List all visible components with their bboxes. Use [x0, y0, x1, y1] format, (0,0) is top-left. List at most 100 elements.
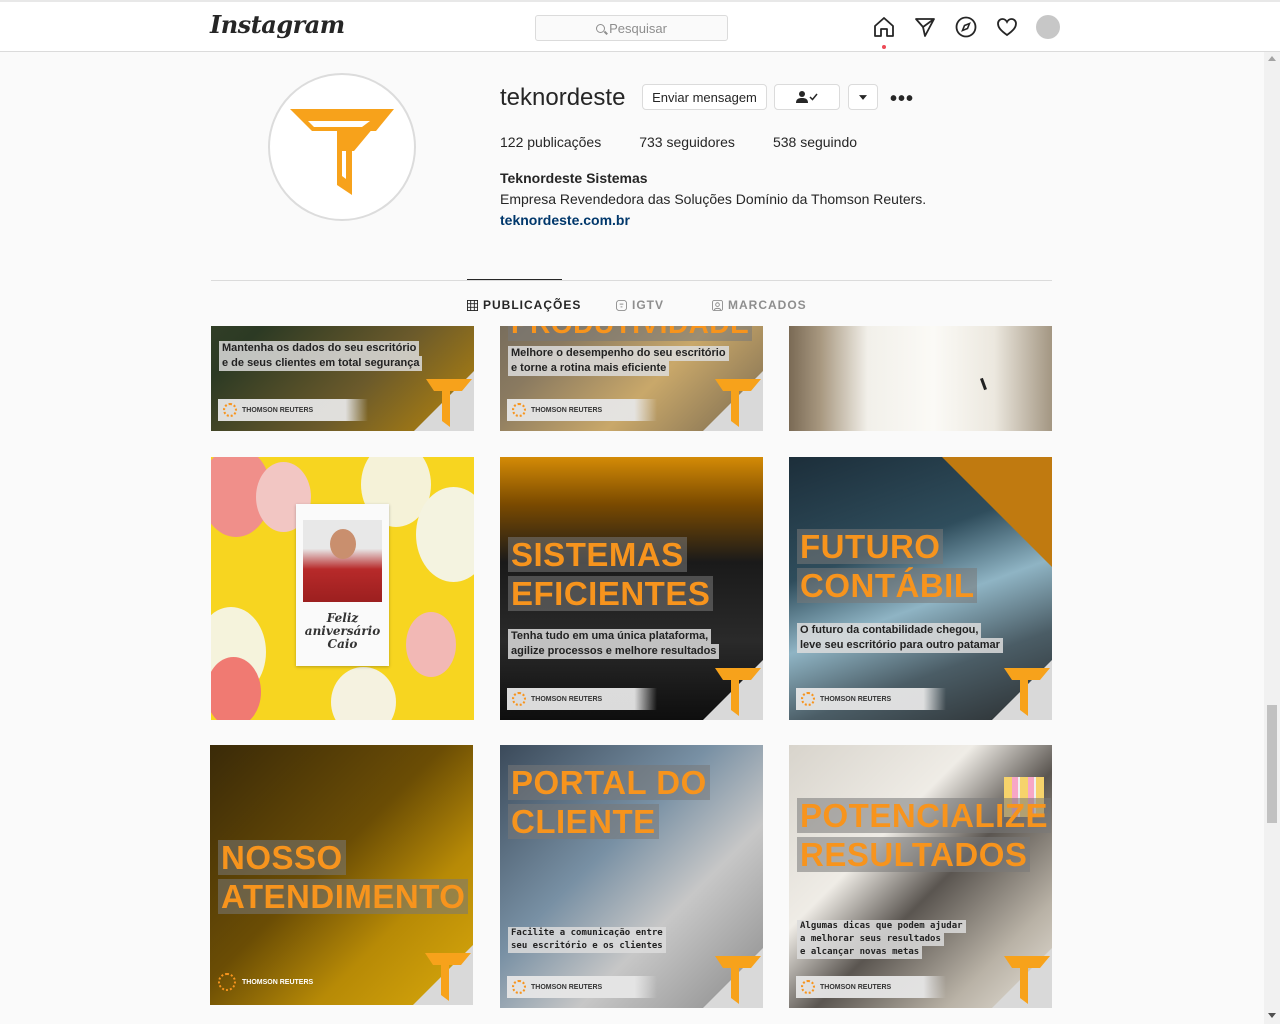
more-options-icon[interactable]: •••: [890, 88, 914, 111]
balloon: [406, 612, 456, 677]
scroll-down-arrow-icon[interactable]: [1268, 1013, 1276, 1018]
followers-count: 733: [639, 134, 663, 150]
teknordeste-corner-logo: [653, 650, 763, 720]
notification-dot: [882, 45, 886, 49]
following-stat[interactable]: 538 seguindo: [773, 134, 857, 150]
post-title-line: RESULTADOS: [797, 837, 1031, 872]
post-caption-line: O futuro da contabilidade chegou,: [797, 623, 982, 638]
post-tile[interactable]: Feliz aniversário Caio: [211, 457, 474, 720]
search-input[interactable]: Pesquisar: [535, 15, 728, 41]
card-text-line: Caio: [327, 637, 358, 651]
post-title-line: CLIENTE: [508, 804, 659, 839]
posts-stat[interactable]: 122 publicações: [500, 134, 601, 150]
tab-igtv[interactable]: IGTV: [616, 298, 664, 312]
post-title-line: PRODUTIVIDADE: [508, 326, 753, 341]
heart-icon[interactable]: [995, 15, 1019, 39]
search-icon: [596, 23, 606, 33]
post-caption-line: Algumas dicas que podem ajudar: [797, 920, 966, 933]
followers-stat[interactable]: 733 seguidores: [639, 134, 735, 150]
post-tile[interactable]: [789, 326, 1052, 431]
profile-website-link[interactable]: teknordeste.com.br: [500, 212, 630, 228]
thomson-reuters-logo: [801, 980, 815, 994]
thomson-reuters-logo: [223, 403, 237, 417]
post-caption-line: Melhore o desempenho do seu escritório: [508, 346, 729, 361]
tab-label: IGTV: [632, 298, 665, 312]
post-title-line: NOSSO: [218, 840, 346, 875]
post-tile[interactable]: NOSSO ATENDIMENTO THOMSON REUTERS: [210, 745, 473, 1005]
post-title-line: EFICIENTES: [508, 576, 714, 611]
thomson-reuters-logo: [218, 973, 236, 991]
post-tile[interactable]: Mantenha os dados do seu escritório e de …: [211, 326, 474, 431]
tab-marcados[interactable]: MARCADOS: [712, 298, 807, 312]
post-tile[interactable]: SISTEMAS EFICIENTES Tenha tudo em uma úni…: [500, 457, 763, 720]
profile-picture[interactable]: [268, 73, 416, 221]
send-message-button[interactable]: Enviar mensagem: [642, 84, 767, 110]
thomson-reuters-logo: [512, 403, 526, 417]
teknordeste-corner-logo: [942, 938, 1052, 1008]
scroll-up-arrow-icon[interactable]: [1268, 56, 1276, 61]
thomson-reuters-logo: [512, 692, 526, 706]
posts-grid: Mantenha os dados do seu escritório e de …: [0, 326, 1264, 1024]
post-tile[interactable]: PRODUTIVIDADE Melhore o desempenho do se…: [500, 326, 763, 431]
teknordeste-logo: [290, 109, 394, 195]
direct-icon[interactable]: [913, 15, 937, 39]
brand-label: THOMSON REUTERS: [242, 406, 314, 414]
following-label: seguindo: [800, 134, 858, 150]
posts-label: publicações: [527, 134, 602, 150]
photo-face: [330, 529, 356, 559]
post-tile[interactable]: POTENCIALIZE RESULTADOS Algumas dicas que…: [789, 745, 1052, 1008]
profile-stats: 122 publicações 733 seguidores 538 segui…: [500, 134, 857, 150]
following-count: 538: [772, 134, 797, 150]
post-title-line: SISTEMAS: [508, 537, 687, 572]
top-navigation: Instagram Pesquisar: [0, 0, 1280, 52]
suggestions-dropdown-button[interactable]: [848, 84, 878, 110]
teknordeste-corner-logo: [942, 650, 1052, 720]
posts-count: 122: [500, 134, 524, 150]
shirt-detail: [980, 377, 987, 391]
teknordeste-corner-logo: [653, 938, 763, 1008]
post-caption-line: e torne a rotina mais eficiente: [508, 361, 670, 376]
post-tile[interactable]: FUTURO CONTÁBIL O futuro da contabilidade…: [789, 457, 1052, 720]
birthday-card: Feliz aniversário Caio: [296, 504, 389, 666]
balloon: [331, 667, 396, 720]
user-check-icon: [796, 91, 818, 103]
active-tab-indicator: [467, 279, 562, 280]
following-button[interactable]: [774, 84, 840, 110]
teknordeste-corner-logo: [364, 361, 474, 431]
post-title-line: CONTÁBIL: [797, 568, 978, 603]
post-caption-line: Mantenha os dados do seu escritório: [219, 341, 420, 356]
profile-avatar[interactable]: [1036, 15, 1060, 39]
employee-photo: [303, 520, 382, 602]
explore-icon[interactable]: [954, 15, 978, 39]
tab-label: PUBLICAÇÕES: [483, 298, 582, 312]
page-scrollbar[interactable]: [1264, 52, 1280, 1024]
post-tile[interactable]: PORTAL DO CLIENTE Facilite a comunicação …: [500, 745, 763, 1008]
post-title-line: POTENCIALIZE: [797, 798, 1052, 833]
post-caption-line: Facilite a comunicação entre: [508, 927, 666, 940]
brand-label: THOMSON REUTERS: [531, 695, 603, 703]
caret-down-icon: [859, 94, 867, 100]
brand-label: THOMSON REUTERS: [531, 983, 603, 991]
post-title-line: FUTURO: [797, 529, 944, 564]
post-title-line: PORTAL DO: [508, 765, 710, 800]
brand-label: THOMSON REUTERS: [531, 406, 603, 414]
followers-label: seguidores: [666, 134, 735, 150]
post-caption-line: e alcançar novas metas: [797, 946, 923, 959]
post-caption-line: a melhorar seus resultados: [797, 933, 944, 946]
brand-label: THOMSON REUTERS: [820, 695, 892, 703]
post-caption-line: Tenha tudo em uma única plataforma,: [508, 629, 712, 644]
tagged-icon: [712, 299, 723, 311]
profile-bio: Empresa Revendedora das Soluções Domínio…: [500, 191, 927, 207]
tab-label: MARCADOS: [728, 298, 807, 312]
search-placeholder: Pesquisar: [609, 20, 667, 36]
brand-label: THOMSON REUTERS: [820, 983, 892, 991]
scrollbar-thumb[interactable]: [1267, 705, 1277, 823]
grid-icon: [467, 299, 478, 311]
tabs-divider: [211, 280, 1052, 281]
instagram-logo[interactable]: Instagram: [210, 10, 345, 39]
brand-label: THOMSON REUTERS: [242, 978, 314, 986]
home-icon[interactable]: [872, 15, 896, 49]
profile-username: teknordeste: [500, 84, 626, 111]
thomson-reuters-logo: [512, 980, 526, 994]
tab-publicacoes[interactable]: PUBLICAÇÕES: [467, 298, 581, 312]
